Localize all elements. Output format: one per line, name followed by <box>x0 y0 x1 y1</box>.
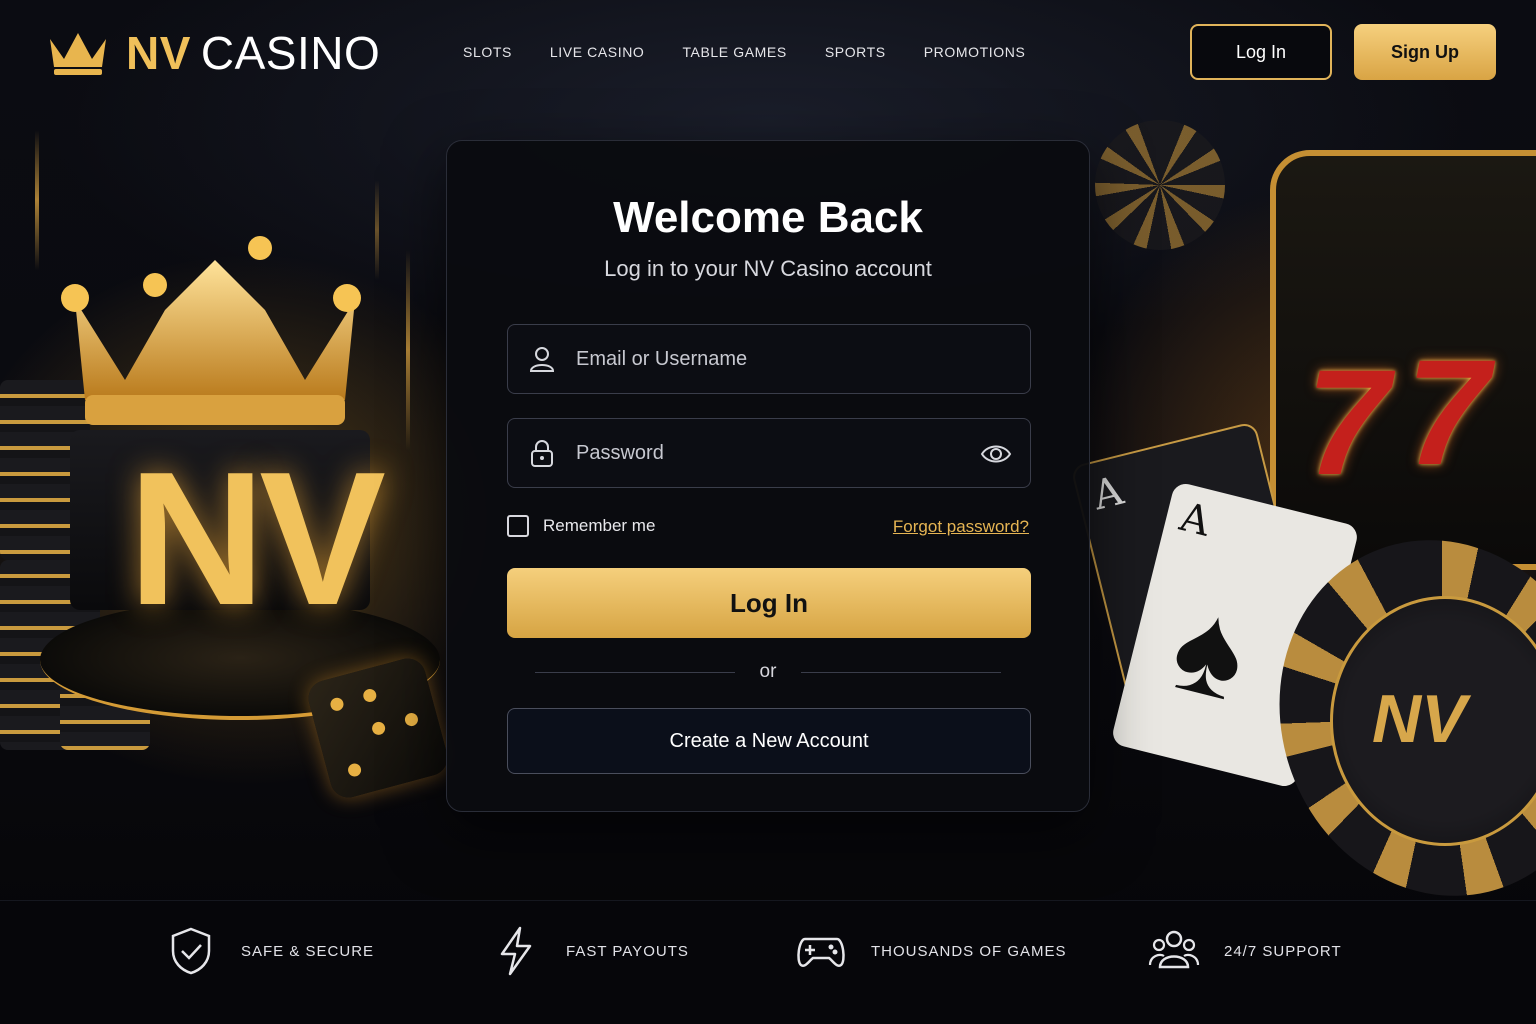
feature-label: SAFE & SECURE <box>241 942 375 960</box>
shield-check-icon <box>171 927 211 975</box>
header-signup-button[interactable]: Sign Up <box>1354 24 1496 80</box>
forgot-password-link[interactable]: Forgot password? <box>893 517 1029 537</box>
login-subtitle: Log in to your NV Casino account <box>604 256 932 281</box>
brand-name: NV CASINO <box>126 26 380 80</box>
login-card: Welcome Back Log in to your NV Casino ac… <box>446 140 1090 812</box>
password-input[interactable] <box>576 419 976 487</box>
remember-checkbox[interactable] <box>507 515 529 537</box>
lock-icon <box>531 440 553 467</box>
header-login-button[interactable]: Log In <box>1190 24 1332 80</box>
nav-slots[interactable]: SLOTS <box>463 44 512 60</box>
feature-label: THOUSANDS OF GAMES <box>871 942 1067 960</box>
brand-name-casino: CASINO <box>200 27 381 79</box>
brand-name-nv: NV <box>126 27 191 79</box>
user-icon <box>529 347 555 372</box>
lightning-icon <box>500 926 532 976</box>
feature-thousands-of-games: THOUSANDS OF GAMES <box>795 925 1067 977</box>
create-account-button[interactable]: Create a New Account <box>507 708 1031 774</box>
or-divider: or <box>535 661 1001 685</box>
feature-fast-payouts: FAST PAYOUTS <box>490 925 689 977</box>
remember-me[interactable]: Remember me <box>507 515 655 537</box>
feature-label: FAST PAYOUTS <box>566 942 689 960</box>
feature-support: 24/7 SUPPORT <box>1148 925 1342 977</box>
crown-decoration-icon <box>61 236 361 425</box>
remember-label: Remember me <box>543 516 656 535</box>
users-icon <box>1148 930 1200 969</box>
feature-label: 24/7 SUPPORT <box>1224 942 1342 960</box>
nav-live-casino[interactable]: LIVE CASINO <box>550 44 645 60</box>
login-submit-button[interactable]: Log In <box>507 568 1031 638</box>
crown-icon <box>50 33 106 75</box>
email-field <box>507 324 1031 394</box>
chip-logo-text: NV <box>1372 681 1467 757</box>
email-input[interactable] <box>576 325 976 393</box>
password-field <box>507 418 1031 488</box>
gamepad-icon <box>797 937 845 967</box>
site-header: NV CASINO SLOTS LIVE CASINO TABLE GAMES S… <box>0 0 1536 106</box>
slot-machine: 7 7 <box>1270 150 1536 570</box>
slot-symbol: 7 <box>1406 328 1490 496</box>
main-nav: SLOTS LIVE CASINO TABLE GAMES SPORTS PRO… <box>463 44 1025 60</box>
eye-icon[interactable] <box>980 441 1012 467</box>
nav-table-games[interactable]: TABLE GAMES <box>682 44 786 60</box>
slot-symbol: 7 <box>1306 338 1390 506</box>
nav-sports[interactable]: SPORTS <box>825 44 886 60</box>
nav-promotions[interactable]: PROMOTIONS <box>924 44 1026 60</box>
login-title: Welcome Back <box>613 193 923 242</box>
feature-safe-secure: SAFE & SECURE <box>165 925 374 977</box>
brand-logo[interactable]: NV CASINO <box>48 26 380 80</box>
nv-pedestal-text: NV <box>128 433 386 645</box>
feature-strip: SAFE & SECURE FAST PAYOUTS THOUSANDS OF … <box>0 900 1536 1024</box>
